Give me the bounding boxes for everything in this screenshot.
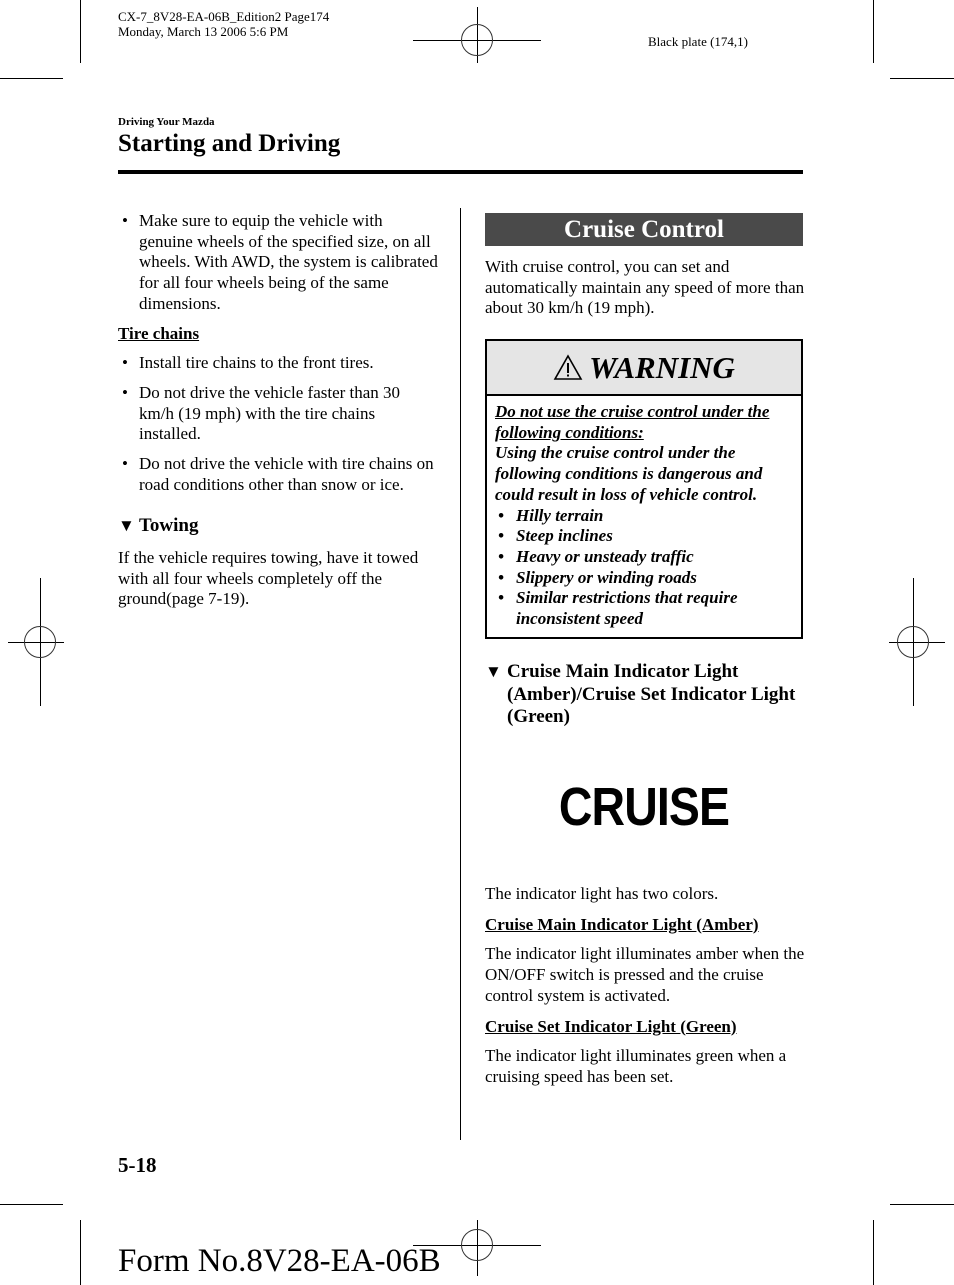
title-rule	[118, 170, 803, 174]
triangle-down-icon: ▼	[485, 662, 502, 681]
print-slug: CX-7_8V28-EA-06B_Edition2 Page174 Monday…	[118, 9, 329, 39]
left-column: • Make sure to equip the vehicle with ge…	[118, 211, 438, 610]
list-item: • Heavy or unsteady traffic	[498, 546, 694, 566]
green-text: The indicator light illuminates green wh…	[485, 1046, 787, 1086]
bullet-icon: •	[498, 505, 504, 525]
crop-mark	[890, 78, 954, 79]
towing-heading: ▼ Towing	[118, 515, 199, 537]
crop-mark	[0, 78, 63, 79]
crop-mark	[80, 0, 81, 63]
indicator-intro: The indicator light has two colors.	[485, 884, 719, 903]
crop-mark	[873, 1220, 874, 1285]
chapter-label: Driving Your Mazda	[118, 116, 215, 128]
warning-header: WARNING	[487, 341, 801, 396]
warning-body: Do not use the cruise control under the …	[487, 396, 801, 630]
list-item: • Slippery or winding roads	[498, 567, 697, 587]
tire-chains-list: • Install tire chains to the front tires…	[118, 353, 438, 495]
green-heading: Cruise Set Indicator Light (Green)	[485, 1016, 737, 1036]
cruise-intro: With cruise control, you can set and aut…	[485, 257, 805, 318]
warning-triangle-icon	[553, 354, 583, 380]
bullet-icon: •	[498, 526, 504, 546]
crop-mark	[0, 1204, 63, 1205]
column-divider	[460, 208, 461, 1140]
bullet-icon: •	[498, 588, 504, 608]
list-item: • Make sure to equip the vehicle with ge…	[122, 211, 438, 313]
plate-label: Black plate (174,1)	[648, 34, 748, 49]
towing-text: If the vehicle requires towing, have it …	[118, 547, 419, 609]
bullet-icon: •	[122, 353, 128, 373]
list-item: • Steep inclines	[498, 526, 613, 546]
section-title: Starting and Driving	[118, 130, 341, 157]
crop-mark	[873, 0, 874, 63]
form-number: Form No.8V28-EA-06B	[118, 1243, 441, 1279]
amber-text: The indicator light illuminates amber wh…	[485, 944, 805, 1005]
list-item: • Do not drive the vehicle with tire cha…	[122, 454, 434, 494]
cruise-indicator-symbol: CRUISE	[558, 777, 730, 837]
bullet-icon: •	[122, 382, 128, 402]
warning-conditions-list: • Hilly terrain • Steep inclines • Heavy or…	[495, 506, 793, 630]
bullet-icon: •	[122, 454, 128, 474]
indicator-heading: ▼ Cruise Main Indicator Light (Amber)/Cr…	[485, 661, 796, 727]
amber-heading: Cruise Main Indicator Light (Amber)	[485, 914, 759, 934]
warning-box: WARNING Do not use the cruise control un…	[485, 339, 803, 639]
bullet-icon: •	[498, 567, 504, 587]
warning-title: WARNING	[589, 349, 735, 385]
crop-mark	[80, 1220, 81, 1285]
list-item: • Install tire chains to the front tires…	[122, 353, 374, 373]
page-number: 5-18	[118, 1153, 157, 1177]
list-item: • Similar restrictions that require incon…	[498, 588, 738, 629]
crop-mark	[890, 1204, 954, 1205]
warning-text: Using the cruise control under the follo…	[495, 443, 763, 504]
bullet-icon: •	[498, 546, 504, 566]
wheels-bullet-list: • Make sure to equip the vehicle with ge…	[118, 211, 438, 315]
tire-chains-heading: Tire chains	[118, 323, 200, 343]
list-item: • Hilly terrain	[498, 505, 604, 525]
slug-date-line: Monday, March 13 2006 5:6 PM	[118, 24, 289, 39]
list-item: • Do not drive the vehicle faster than 3…	[122, 382, 401, 444]
cruise-control-banner: Cruise Control	[485, 213, 803, 246]
triangle-down-icon: ▼	[118, 516, 135, 536]
bullet-icon: •	[122, 211, 128, 230]
slug-file-line: CX-7_8V28-EA-06B_Edition2 Page174	[118, 9, 330, 24]
indicator-details: The indicator light has two colors. Crui…	[485, 884, 807, 1088]
warning-lead: Do not use the cruise control under the …	[495, 402, 770, 442]
